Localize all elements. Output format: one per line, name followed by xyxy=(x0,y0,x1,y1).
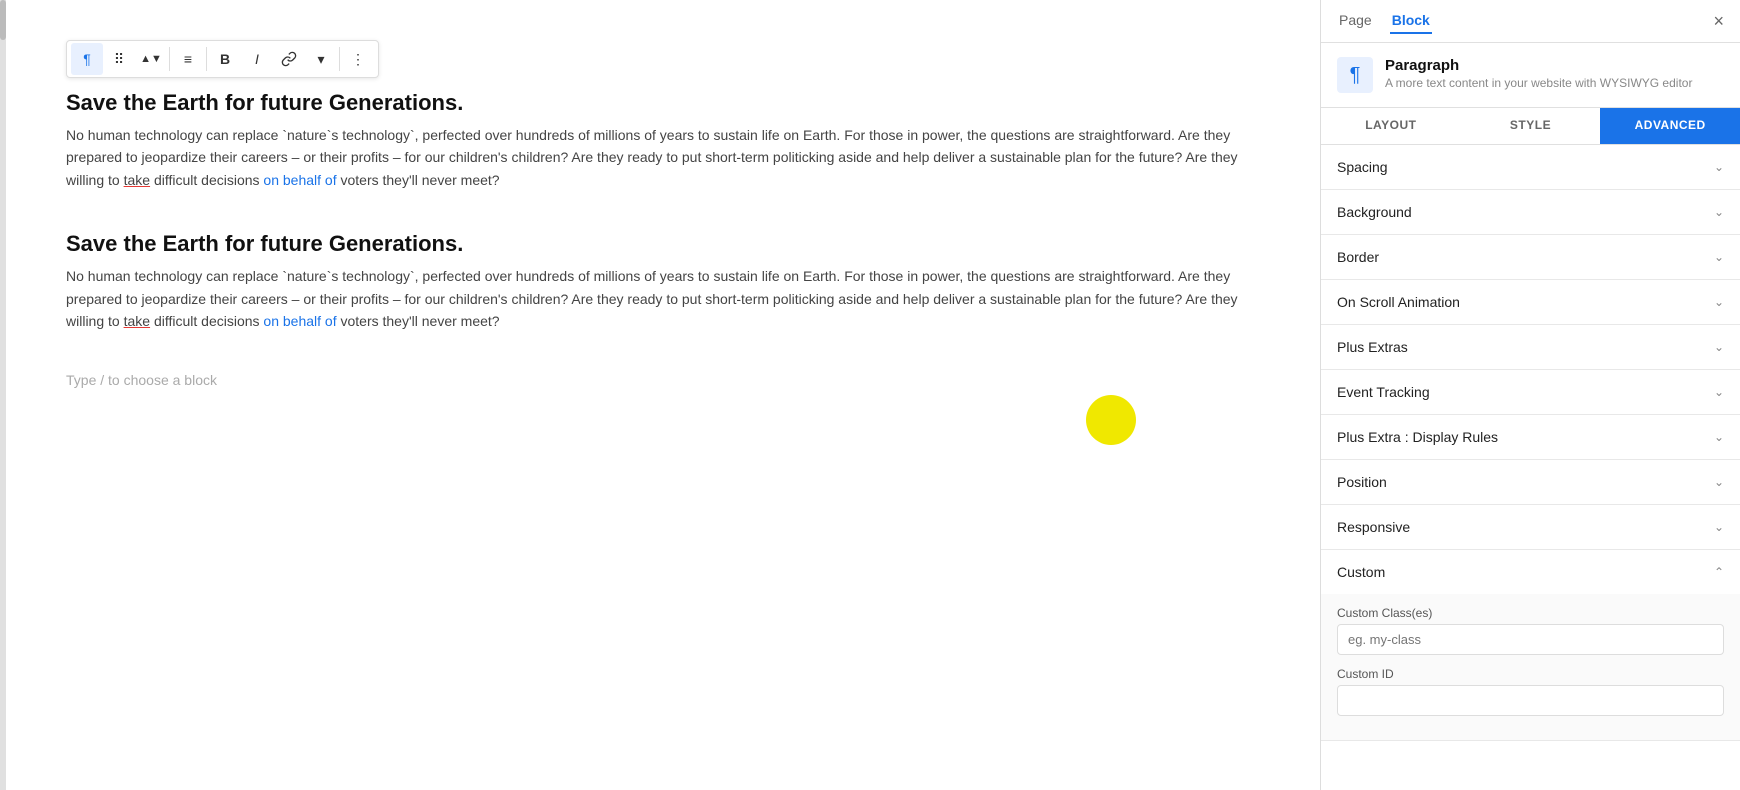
bold-button[interactable]: B xyxy=(209,43,241,75)
block-1-body: No human technology can replace `nature`… xyxy=(66,124,1260,191)
event-tracking-accordion-header[interactable]: Event Tracking ⌄ xyxy=(1321,370,1740,414)
content-block-2: Save the Earth for future Generations. N… xyxy=(66,231,1260,332)
custom-classes-input[interactable] xyxy=(1337,624,1724,655)
custom-chevron-icon: ⌃ xyxy=(1714,565,1724,579)
paragraph-tool-button[interactable]: ¶ xyxy=(71,43,103,75)
scroll-animation-accordion-header[interactable]: On Scroll Animation ⌄ xyxy=(1321,280,1740,324)
drag-handle-button[interactable]: ⠿ xyxy=(103,43,135,75)
toolbar-separator-2 xyxy=(206,47,207,71)
scroll-animation-label: On Scroll Animation xyxy=(1337,294,1460,310)
block-type-icon: ¶ xyxy=(1337,57,1373,93)
display-rules-label: Plus Extra : Display Rules xyxy=(1337,429,1498,445)
align-button[interactable]: ≡ xyxy=(172,43,204,75)
custom-id-label: Custom ID xyxy=(1337,667,1724,681)
custom-label: Custom xyxy=(1337,564,1385,580)
responsive-accordion: Responsive ⌄ xyxy=(1321,505,1740,550)
background-accordion: Background ⌄ xyxy=(1321,190,1740,235)
border-label: Border xyxy=(1337,249,1379,265)
sub-tabs: LAYOUT STYLE ADVANCED xyxy=(1321,108,1740,145)
background-accordion-header[interactable]: Background ⌄ xyxy=(1321,190,1740,234)
border-accordion: Border ⌄ xyxy=(1321,235,1740,280)
custom-id-input[interactable] xyxy=(1337,685,1724,716)
block-1-heading: Save the Earth for future Generations. xyxy=(66,90,1260,116)
style-tab[interactable]: STYLE xyxy=(1461,108,1601,144)
responsive-label: Responsive xyxy=(1337,519,1410,535)
take-word-2: take xyxy=(124,313,150,329)
link-button[interactable] xyxy=(273,43,305,75)
spacing-chevron-icon: ⌄ xyxy=(1714,160,1724,174)
custom-accordion: Custom ⌃ Custom Class(es) Custom ID xyxy=(1321,550,1740,741)
block-2-body: No human technology can replace `nature`… xyxy=(66,265,1260,332)
block-info-text: Paragraph A more text content in your we… xyxy=(1385,57,1692,90)
block-tab[interactable]: Block xyxy=(1390,8,1432,34)
content-block-1: Save the Earth for future Generations. N… xyxy=(66,90,1260,191)
block-type-title: Paragraph xyxy=(1385,57,1692,74)
custom-classes-group: Custom Class(es) xyxy=(1337,606,1724,655)
plus-extras-chevron-icon: ⌄ xyxy=(1714,340,1724,354)
custom-accordion-body: Custom Class(es) Custom ID xyxy=(1321,594,1740,740)
custom-classes-label: Custom Class(es) xyxy=(1337,606,1724,620)
right-panel: Page Block × ¶ Paragraph A more text con… xyxy=(1320,0,1740,790)
plus-extras-label: Plus Extras xyxy=(1337,339,1408,355)
advanced-tab[interactable]: ADVANCED xyxy=(1600,108,1740,144)
scroll-animation-accordion: On Scroll Animation ⌄ xyxy=(1321,280,1740,325)
page-tab[interactable]: Page xyxy=(1337,8,1374,34)
panel-close-button[interactable]: × xyxy=(1713,11,1724,32)
layout-tab[interactable]: LAYOUT xyxy=(1321,108,1461,144)
toolbar-separator-1 xyxy=(169,47,170,71)
italic-button[interactable]: I xyxy=(241,43,273,75)
event-tracking-accordion: Event Tracking ⌄ xyxy=(1321,370,1740,415)
spacing-label: Spacing xyxy=(1337,159,1388,175)
position-chevron-icon: ⌄ xyxy=(1714,475,1724,489)
spacing-accordion: Spacing ⌄ xyxy=(1321,145,1740,190)
scroll-animation-chevron-icon: ⌄ xyxy=(1714,295,1724,309)
event-tracking-label: Event Tracking xyxy=(1337,384,1430,400)
display-rules-accordion-header[interactable]: Plus Extra : Display Rules ⌄ xyxy=(1321,415,1740,459)
plus-extras-accordion: Plus Extras ⌄ xyxy=(1321,325,1740,370)
take-word: take xyxy=(124,172,150,188)
spacing-accordion-header[interactable]: Spacing ⌄ xyxy=(1321,145,1740,189)
editor-area: ¶ ⠿ ▲▼ ≡ B I ▾ ⋮ Save the Earth for futu… xyxy=(6,0,1320,790)
on-behalf-link[interactable]: on behalf of xyxy=(263,172,336,188)
display-rules-accordion: Plus Extra : Display Rules ⌄ xyxy=(1321,415,1740,460)
on-behalf-link-2[interactable]: on behalf of xyxy=(263,313,336,329)
options-button[interactable]: ⋮ xyxy=(342,43,374,75)
block-info: ¶ Paragraph A more text content in your … xyxy=(1321,43,1740,108)
responsive-chevron-icon: ⌄ xyxy=(1714,520,1724,534)
position-accordion: Position ⌄ xyxy=(1321,460,1740,505)
background-chevron-icon: ⌄ xyxy=(1714,205,1724,219)
block-toolbar: ¶ ⠿ ▲▼ ≡ B I ▾ ⋮ xyxy=(66,40,379,78)
border-accordion-header[interactable]: Border ⌄ xyxy=(1321,235,1740,279)
event-tracking-chevron-icon: ⌄ xyxy=(1714,385,1724,399)
cursor-indicator xyxy=(1086,395,1136,445)
position-label: Position xyxy=(1337,474,1387,490)
move-button[interactable]: ▲▼ xyxy=(135,43,167,75)
accordion-list: Spacing ⌄ Background ⌄ Border ⌄ On Scrol… xyxy=(1321,145,1740,790)
display-rules-chevron-icon: ⌄ xyxy=(1714,430,1724,444)
responsive-accordion-header[interactable]: Responsive ⌄ xyxy=(1321,505,1740,549)
type-placeholder[interactable]: Type / to choose a block xyxy=(66,372,1260,388)
position-accordion-header[interactable]: Position ⌄ xyxy=(1321,460,1740,504)
border-chevron-icon: ⌄ xyxy=(1714,250,1724,264)
more-dropdown-button[interactable]: ▾ xyxy=(305,43,337,75)
block-type-description: A more text content in your website with… xyxy=(1385,76,1692,90)
custom-accordion-header[interactable]: Custom ⌃ xyxy=(1321,550,1740,594)
toolbar-separator-3 xyxy=(339,47,340,71)
block-2-heading: Save the Earth for future Generations. xyxy=(66,231,1260,257)
background-label: Background xyxy=(1337,204,1412,220)
panel-header: Page Block × xyxy=(1321,0,1740,43)
plus-extras-accordion-header[interactable]: Plus Extras ⌄ xyxy=(1321,325,1740,369)
custom-id-group: Custom ID xyxy=(1337,667,1724,716)
